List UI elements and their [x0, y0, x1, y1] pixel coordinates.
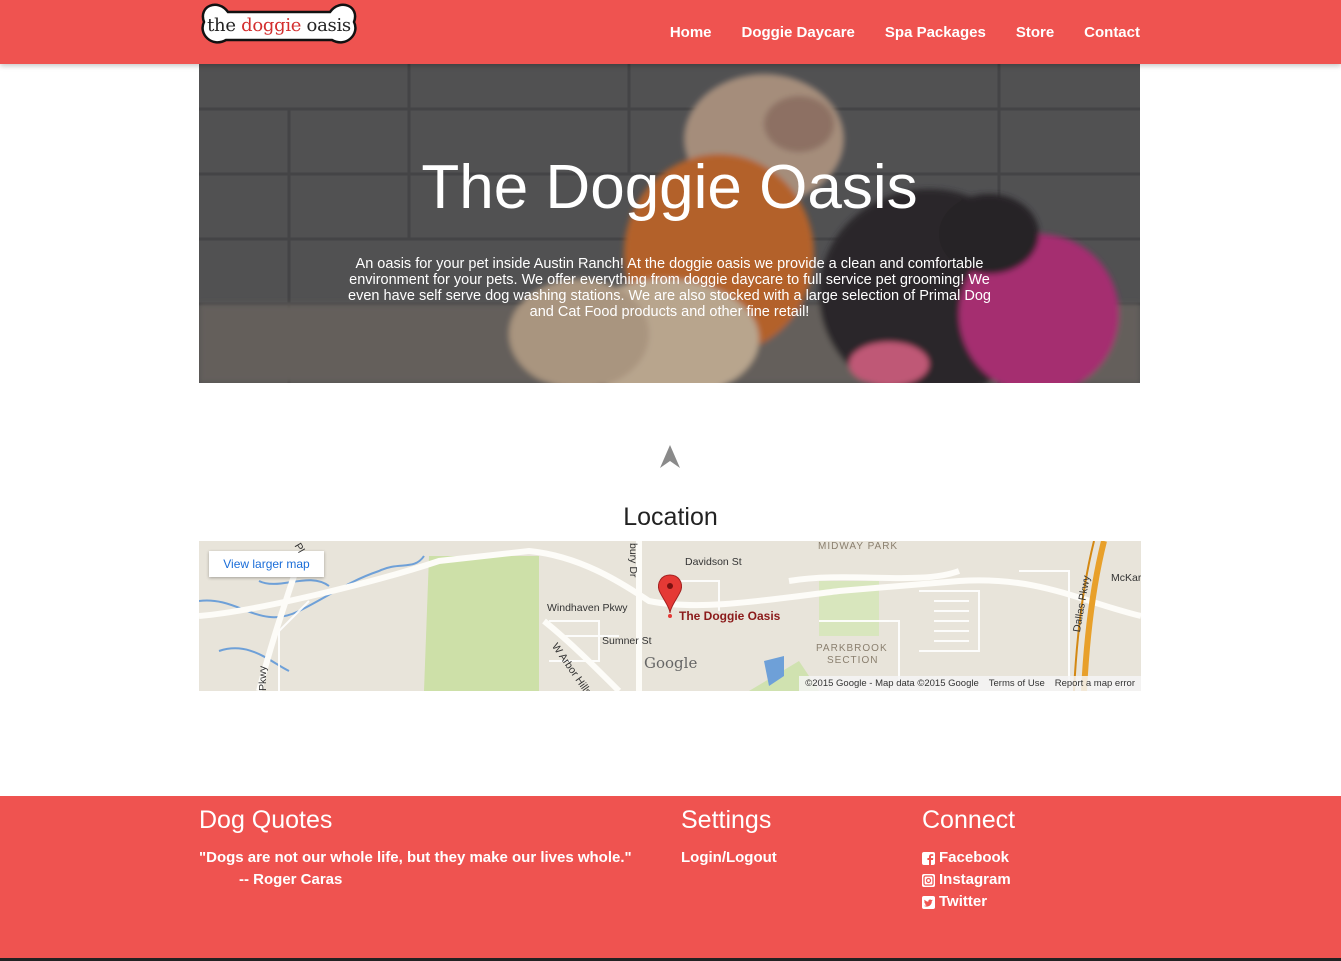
map-copyright: ©2015 Google - Map data ©2015 Google [805, 678, 979, 689]
location-map[interactable]: View larger map Davidson St Windhaven Pk… [199, 541, 1141, 691]
map-attribution: ©2015 Google - Map data ©2015 Google Ter… [799, 676, 1141, 691]
settings-title: Settings [681, 806, 772, 834]
nav-spa-packages[interactable]: Spa Packages [885, 24, 986, 41]
logo-text: the doggie oasis [200, 15, 358, 36]
logo-accent: doggie [241, 15, 302, 36]
map-terms-link[interactable]: Terms of Use [989, 678, 1045, 689]
twitter-link[interactable]: Twitter [922, 891, 1015, 913]
street-davidson: Davidson St [685, 556, 742, 568]
logo-prefix: the [207, 15, 242, 36]
nav-doggie-daycare[interactable]: Doggie Daycare [742, 24, 855, 41]
area-midway-park: MIDWAY PARK [818, 541, 899, 552]
logo-suffix: oasis [301, 15, 352, 36]
nav-links: Home Doggie Daycare Spa Packages Store C… [640, 0, 1140, 64]
footer-quotes: Dog Quotes "Dogs are not our whole life,… [199, 806, 632, 891]
facebook-icon [922, 851, 935, 865]
street-sumner: Sumner St [602, 635, 652, 647]
quote-text: "Dogs are not our whole life, but they m… [199, 849, 632, 866]
twitter-icon [922, 895, 935, 909]
hero-description: An oasis for your pet inside Austin Ranc… [348, 256, 991, 320]
location-title: Location [623, 503, 718, 531]
top-navbar: the doggie oasis Home Doggie Daycare Spa… [0, 0, 1341, 64]
street-mckar: McKar [1111, 572, 1141, 584]
instagram-icon [922, 873, 935, 887]
nav-home[interactable]: Home [670, 24, 712, 41]
area-section: SECTION [827, 655, 879, 666]
site-footer: Dog Quotes "Dogs are not our whole life,… [0, 796, 1341, 961]
nav-store[interactable]: Store [1016, 24, 1054, 41]
footer-connect: Connect Facebook Instagram Twitter [922, 806, 1015, 913]
map-report-error-link[interactable]: Report a map error [1055, 678, 1135, 689]
nav-contact[interactable]: Contact [1084, 24, 1140, 41]
street-bury-dr: bury Dr [627, 543, 639, 578]
street-pkwy: Pkwy [257, 665, 269, 691]
hero-title: The Doggie Oasis [421, 153, 918, 222]
facebook-link[interactable]: Facebook [922, 847, 1015, 869]
connect-title: Connect [922, 806, 1016, 834]
quotes-title: Dog Quotes [199, 806, 333, 834]
instagram-label: Instagram [939, 871, 1011, 888]
google-logo: Google [644, 654, 698, 672]
street-windhaven: Windhaven Pkwy [547, 602, 628, 614]
footer-settings: Settings Login/Logout [681, 806, 777, 869]
facebook-label: Facebook [939, 849, 1010, 866]
site-logo[interactable]: the doggie oasis [200, 0, 358, 56]
view-larger-map-button[interactable]: View larger map [209, 551, 324, 577]
quote-author: -- Roger Caras [239, 871, 343, 888]
hero-overlay [199, 64, 1140, 383]
hero-banner: The Doggie Oasis An oasis for your pet i… [199, 64, 1140, 383]
up-arrow-icon[interactable] [658, 444, 682, 470]
login-logout-link[interactable]: Login/Logout [681, 847, 777, 869]
instagram-link[interactable]: Instagram [922, 869, 1015, 891]
area-parkbrook: PARKBROOK [816, 643, 888, 654]
twitter-label: Twitter [939, 893, 988, 910]
map-pin-label: The Doggie Oasis [679, 609, 781, 623]
